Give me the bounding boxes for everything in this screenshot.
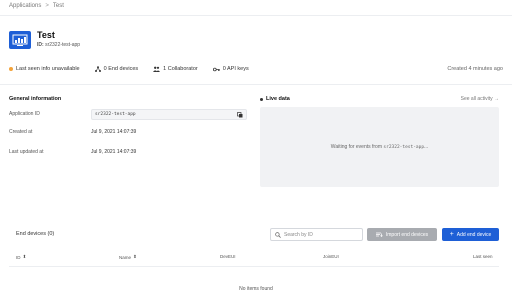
breadcrumb-current: Test bbox=[52, 3, 64, 9]
empty-table-message: No items found bbox=[239, 286, 273, 292]
created-at-label: Created at bbox=[9, 129, 33, 135]
end-devices-count: 0 End devices bbox=[103, 66, 139, 72]
status-dot-icon bbox=[9, 67, 13, 71]
collaborators-count: 1 Collaborator bbox=[163, 66, 198, 72]
stats-divider bbox=[0, 84, 512, 85]
see-all-activity-link[interactable]: See all activity → bbox=[461, 96, 499, 102]
created-timestamp: Created 4 minutes ago bbox=[447, 66, 503, 72]
copy-button[interactable] bbox=[235, 110, 245, 119]
collaborators-stat[interactable]: 1 Collaborator bbox=[153, 66, 198, 72]
general-information-heading: General information bbox=[9, 96, 62, 102]
live-data-header: Live data See all activity → bbox=[260, 96, 499, 102]
chevron-right-icon: > bbox=[45, 3, 49, 9]
page-title: Test bbox=[37, 30, 55, 40]
add-end-device-button[interactable]: + Add end device bbox=[442, 228, 499, 241]
application-id-label: Application ID bbox=[9, 111, 40, 117]
last-seen-status: Last seen info unavailable bbox=[9, 66, 80, 72]
table-header-divider bbox=[9, 266, 499, 267]
plus-icon: + bbox=[449, 231, 454, 238]
add-button-label: Add end device bbox=[456, 231, 492, 238]
search-placeholder: Search by ID bbox=[284, 231, 313, 238]
live-data-heading: Live data bbox=[266, 96, 290, 102]
api-keys-stat[interactable]: 0 API keys bbox=[212, 66, 249, 72]
stats-bar: Last seen info unavailable 0 End devices… bbox=[9, 66, 503, 72]
breadcrumb: Applications > Test bbox=[9, 3, 64, 9]
key-icon bbox=[212, 67, 220, 72]
last-updated-value: Jul 9, 2021 14:07:39 bbox=[91, 149, 137, 155]
column-deveui-label: DevEUI bbox=[220, 254, 236, 259]
column-header-id[interactable]: ID ⬍ bbox=[16, 254, 26, 260]
api-keys-count: 0 API keys bbox=[222, 66, 249, 72]
column-name-label: Name bbox=[119, 254, 132, 260]
copy-icon bbox=[237, 111, 243, 117]
column-header-joineui: JoinEUI bbox=[323, 254, 339, 259]
import-button-label: Import end devices bbox=[385, 231, 429, 238]
column-header-name[interactable]: Name ⬍ bbox=[119, 254, 137, 260]
created-at-value: Jul 9, 2021 14:07:39 bbox=[91, 129, 137, 135]
header-divider bbox=[0, 15, 512, 16]
search-input[interactable]: Search by ID bbox=[270, 228, 363, 241]
id-label: ID: bbox=[37, 42, 44, 48]
waiting-prefix: Waiting for events from bbox=[330, 144, 383, 150]
live-indicator-icon bbox=[260, 97, 263, 101]
column-header-deveui: DevEUI bbox=[220, 254, 236, 259]
application-icon bbox=[9, 31, 31, 49]
id-value: sr2322-test-app bbox=[45, 42, 81, 48]
last-updated-label: Last updated at bbox=[9, 149, 44, 155]
application-id-field[interactable]: sr2322-test-app bbox=[91, 109, 247, 120]
people-icon bbox=[153, 66, 161, 72]
search-icon bbox=[275, 231, 281, 238]
column-last-seen-label: Last seen bbox=[473, 254, 493, 259]
waiting-suffix: ... bbox=[424, 144, 429, 150]
column-header-last-seen: Last seen bbox=[473, 254, 493, 259]
live-data-panel: Waiting for events from sr2322-test-app.… bbox=[260, 107, 499, 187]
import-end-devices-button[interactable]: Import end devices bbox=[367, 228, 437, 241]
devices-icon bbox=[94, 66, 101, 72]
column-id-label: ID bbox=[16, 254, 21, 260]
import-icon bbox=[375, 232, 383, 237]
sort-icon: ⬍ bbox=[22, 254, 27, 259]
waiting-app-id: sr2322-test-app bbox=[383, 144, 425, 150]
application-id-subtitle: ID: sr2322-test-app bbox=[37, 42, 80, 48]
end-devices-heading: End devices (0) bbox=[16, 231, 55, 237]
breadcrumb-applications-link[interactable]: Applications bbox=[9, 3, 41, 9]
sort-icon: ⬍ bbox=[133, 254, 137, 259]
column-joineui-label: JoinEUI bbox=[323, 254, 339, 259]
last-seen-text: Last seen info unavailable bbox=[16, 66, 80, 72]
end-devices-stat[interactable]: 0 End devices bbox=[94, 66, 139, 72]
